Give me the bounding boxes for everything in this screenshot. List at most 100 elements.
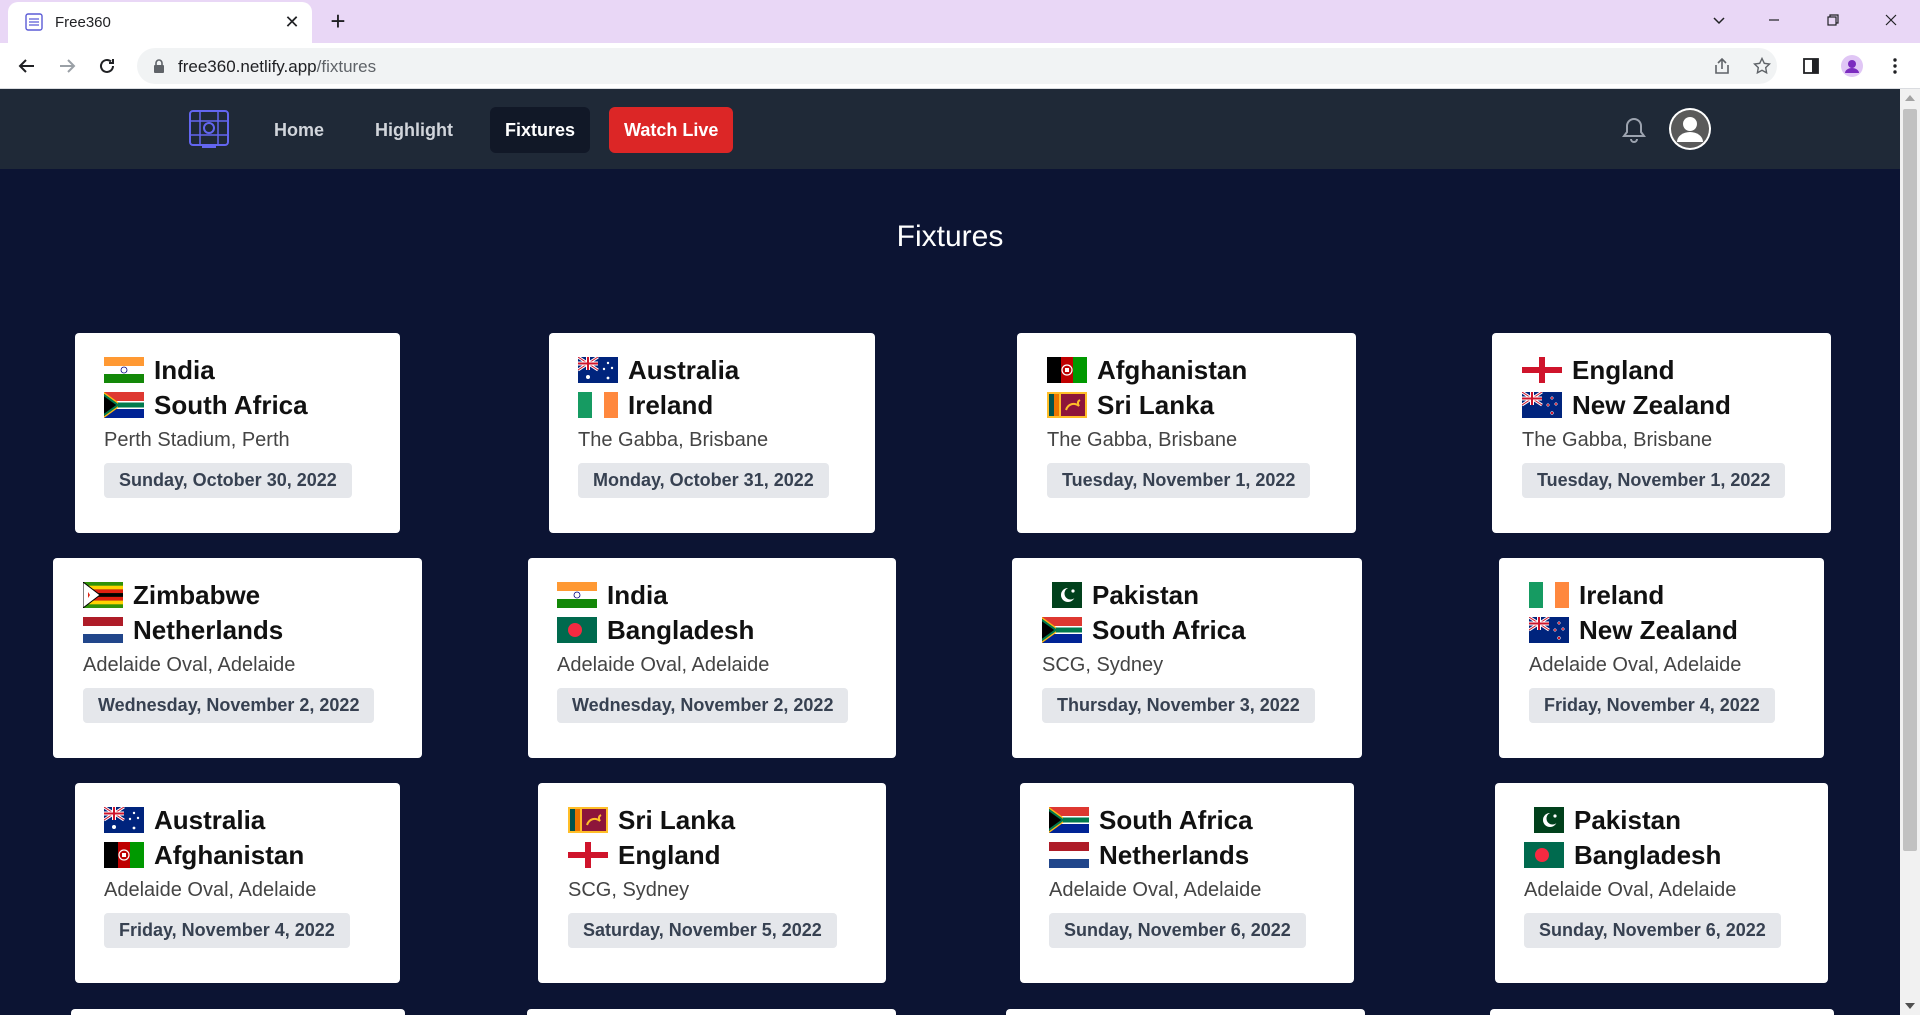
home-team: India	[104, 355, 215, 385]
england-flag-icon	[1522, 357, 1562, 383]
match-venue: Adelaide Oval, Adelaide	[1529, 654, 1742, 676]
away-team: New Zealand	[1522, 390, 1731, 420]
reload-icon[interactable]	[92, 51, 122, 81]
free360-logo-icon[interactable]	[188, 109, 230, 149]
zimbabwe-flag-icon	[83, 582, 123, 608]
fixture-card-partial[interactable]	[1006, 1009, 1365, 1015]
fixture-card[interactable]: Australia Ireland The Gabba, Brisbane Monda…	[549, 333, 875, 533]
fixture-card[interactable]: Zimbabwe Netherlands Adelaide Oval, Adelai…	[53, 558, 422, 758]
profile-icon[interactable]	[1837, 51, 1867, 81]
tab-search-chevron-icon[interactable]	[1696, 0, 1742, 40]
fixture-card[interactable]: South Africa Netherlands Adelaide Oval, Ad…	[1020, 783, 1354, 983]
south-africa-flag-icon	[1042, 617, 1082, 643]
match-venue: The Gabba, Brisbane	[578, 429, 769, 451]
ireland-flag-icon	[1529, 582, 1569, 608]
notification-bell-icon[interactable]	[1621, 116, 1647, 144]
match-date-badge: Wednesday, November 2, 2022	[557, 688, 849, 723]
match-venue: Adelaide Oval, Adelaide	[83, 654, 296, 676]
match-date-badge: Saturday, November 5, 2022	[568, 913, 837, 948]
nav-highlight-link[interactable]: Highlight	[360, 107, 468, 153]
away-team: Afghanistan	[104, 840, 304, 870]
match-venue: SCG, Sydney	[1042, 654, 1164, 676]
scroll-up-arrow-icon[interactable]	[1905, 95, 1915, 101]
browser-tab-strip: Free360 ✕ +	[0, 0, 1920, 43]
watch-live-button[interactable]: Watch Live	[609, 107, 734, 153]
fixture-card[interactable]: Australia Afghanistan Adelaide Oval, Adela…	[75, 783, 400, 983]
fixture-card[interactable]: Pakistan Bangladesh Adelaide Oval, Adelaid…	[1495, 783, 1828, 983]
away-team: Bangladesh	[557, 615, 754, 645]
match-venue: Adelaide Oval, Adelaide	[104, 879, 317, 901]
netherlands-flag-icon	[83, 617, 123, 643]
home-team: Ireland	[1529, 580, 1664, 610]
site-navbar: Home Highlight Fixtures Watch Live	[0, 89, 1900, 169]
match-venue: Adelaide Oval, Adelaide	[1049, 879, 1262, 901]
match-venue: Adelaide Oval, Adelaide	[557, 654, 770, 676]
back-arrow-icon[interactable]	[12, 51, 42, 81]
nav-fixtures-link[interactable]: Fixtures	[490, 107, 591, 153]
match-venue: SCG, Sydney	[568, 879, 690, 901]
fixture-card-partial[interactable]	[527, 1009, 896, 1015]
home-team: Pakistan	[1042, 580, 1199, 610]
netherlands-flag-icon	[1049, 842, 1089, 868]
team-name: Afghanistan	[154, 839, 305, 870]
home-team: India	[557, 580, 668, 610]
away-team: England	[568, 840, 721, 870]
fixture-card[interactable]: India South Africa Perth Stadium, Perth Sun…	[75, 333, 400, 533]
team-name: Pakistan	[1092, 579, 1199, 610]
sri-lanka-flag-icon	[568, 807, 608, 833]
address-bar[interactable]: free360.netlify.app/fixtures	[137, 48, 1777, 84]
menu-kebab-icon[interactable]	[1880, 51, 1910, 81]
share-icon[interactable]	[1707, 51, 1737, 81]
user-avatar-icon	[1671, 110, 1709, 148]
team-name: Zimbabwe	[133, 579, 261, 610]
afghanistan-flag-icon	[1047, 357, 1087, 383]
match-date-badge: Sunday, November 6, 2022	[1049, 913, 1306, 948]
browser-tab[interactable]: Free360 ✕	[8, 2, 312, 43]
bangladesh-flag-icon	[557, 617, 597, 643]
team-name: India	[607, 579, 668, 610]
user-avatar[interactable]	[1669, 108, 1711, 150]
team-name: Bangladesh	[607, 614, 755, 645]
fixture-card[interactable]: Sri Lanka England SCG, Sydney Saturday, Nov…	[538, 783, 886, 983]
new-tab-button[interactable]: +	[324, 8, 352, 36]
match-venue: The Gabba, Brisbane	[1522, 429, 1713, 451]
team-name: Netherlands	[133, 614, 284, 645]
home-team: South Africa	[1049, 805, 1253, 835]
restore-icon[interactable]	[1810, 0, 1856, 40]
team-name: Netherlands	[1099, 839, 1250, 870]
match-date-badge: Sunday, November 6, 2022	[1524, 913, 1781, 948]
close-window-icon[interactable]	[1868, 0, 1914, 40]
ireland-flag-icon	[578, 392, 618, 418]
fixture-card[interactable]: Pakistan South Africa SCG, Sydney Thursday,…	[1012, 558, 1362, 758]
fixture-card[interactable]: England New Zealand The Gabba, Brisbane Tue…	[1492, 333, 1831, 533]
match-date-badge: Monday, October 31, 2022	[578, 463, 829, 498]
home-team: Afghanistan	[1047, 355, 1247, 385]
south-africa-flag-icon	[1049, 807, 1089, 833]
fixture-card-partial[interactable]	[1490, 1009, 1834, 1015]
side-panel-icon[interactable]	[1796, 51, 1826, 81]
home-team: Sri Lanka	[568, 805, 735, 835]
tab-close-icon[interactable]: ✕	[280, 10, 304, 34]
team-name: South Africa	[1092, 614, 1246, 645]
scrollbar-thumb[interactable]	[1903, 109, 1917, 851]
away-team: Sri Lanka	[1047, 390, 1214, 420]
match-date-badge: Friday, November 4, 2022	[1529, 688, 1775, 723]
fixture-card[interactable]: Afghanistan Sri Lanka The Gabba, Brisbane T…	[1017, 333, 1356, 533]
team-name: Australia	[154, 804, 266, 835]
fixture-card[interactable]: Ireland New Zealand Adelaide Oval, Adelaid…	[1499, 558, 1824, 758]
home-team: Zimbabwe	[83, 580, 260, 610]
page-content: Home Highlight Fixtures Watch Live Fixtu…	[0, 89, 1900, 1015]
minimize-icon[interactable]	[1751, 0, 1797, 40]
forward-arrow-icon[interactable]	[52, 51, 82, 81]
australia-flag-icon	[104, 807, 144, 833]
tab-title: Free360	[55, 14, 111, 31]
fixture-card[interactable]: India Bangladesh Adelaide Oval, Adelaide We…	[528, 558, 896, 758]
match-date-badge: Tuesday, November 1, 2022	[1522, 463, 1786, 498]
scroll-down-arrow-icon[interactable]	[1905, 1003, 1915, 1009]
fixture-card-partial[interactable]	[71, 1009, 405, 1015]
bookmark-star-icon[interactable]	[1747, 51, 1777, 81]
nav-home-link[interactable]: Home	[259, 107, 339, 153]
browser-toolbar: free360.netlify.app/fixtures	[0, 43, 1920, 89]
page-scrollbar[interactable]	[1900, 89, 1920, 1015]
new-zealand-flag-icon	[1522, 392, 1562, 418]
